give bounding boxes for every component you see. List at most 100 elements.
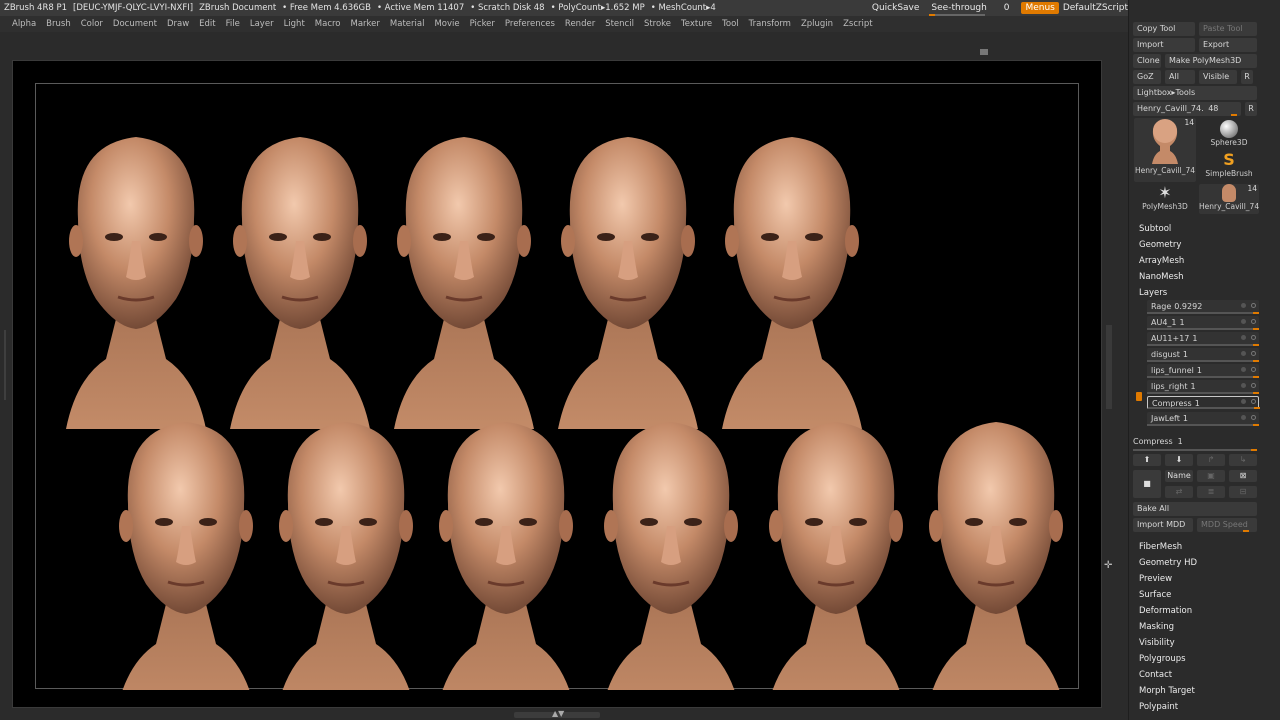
polygroups-section[interactable]: Polygroups	[1139, 654, 1186, 664]
paste-tool-button[interactable]: Paste Tool	[1199, 22, 1257, 36]
layer-record-dot[interactable]	[1241, 303, 1246, 308]
layer-record-dot[interactable]	[1241, 399, 1246, 404]
goz-r-button[interactable]: R	[1241, 70, 1253, 84]
layer-value: 0.9292	[1174, 302, 1203, 311]
layer-new-button[interactable]: ⊠	[1229, 470, 1257, 482]
menu-document[interactable]: Document	[113, 19, 157, 29]
subtool-section[interactable]: Subtool	[1139, 224, 1171, 234]
shelf-handle[interactable]	[980, 49, 988, 55]
compress-slider[interactable]: Compress 1	[1133, 437, 1257, 451]
menu-stencil[interactable]: Stencil	[605, 19, 634, 29]
layer-record-dot[interactable]	[1241, 335, 1246, 340]
layer-visibility-icon[interactable]	[1251, 335, 1256, 340]
lightbox-tools-button[interactable]: Lightbox▸Tools	[1133, 86, 1257, 100]
layer-visibility-icon[interactable]	[1251, 351, 1256, 356]
goz-button[interactable]: GoZ	[1133, 70, 1161, 84]
menu-movie[interactable]: Movie	[434, 19, 459, 29]
left-tray-handle[interactable]	[2, 330, 8, 400]
menu-preferences[interactable]: Preferences	[505, 19, 555, 29]
current-tool-slider[interactable]: Henry_Cavill_74. 48	[1133, 102, 1241, 116]
bottom-tray-handle[interactable]: ▲▼	[514, 709, 600, 718]
layer-record-dot[interactable]	[1241, 351, 1246, 356]
import-mdd-button[interactable]: Import MDD	[1133, 518, 1193, 532]
menu-marker[interactable]: Marker	[351, 19, 380, 29]
visibility-section[interactable]: Visibility	[1139, 638, 1175, 648]
clone-button[interactable]: Clone	[1133, 54, 1161, 68]
layer-visibility-icon[interactable]	[1251, 415, 1256, 420]
default-zscript-button[interactable]: DefaultZScript	[1063, 3, 1128, 13]
menu-material[interactable]: Material	[390, 19, 425, 29]
layer-visibility-icon[interactable]	[1251, 383, 1256, 388]
goz-visible-button[interactable]: Visible	[1199, 70, 1237, 84]
tool-tile-henry[interactable]: Henry_Cavill_74 14	[1134, 118, 1196, 182]
layer-move-up-button[interactable]: ⬆	[1133, 454, 1161, 466]
layer-delete-button[interactable]: ■	[1133, 470, 1161, 498]
layer-merge-icon[interactable]: ⇄	[1165, 486, 1193, 498]
layer-stack-icon[interactable]: ≣	[1197, 486, 1225, 498]
menu-zplugin[interactable]: Zplugin	[801, 19, 833, 29]
menu-transform[interactable]: Transform	[749, 19, 791, 29]
menu-texture[interactable]: Texture	[681, 19, 712, 29]
layer-name-button[interactable]: Name	[1165, 470, 1193, 482]
menu-tool[interactable]: Tool	[722, 19, 739, 29]
layer-copy-icon[interactable]: ▣	[1197, 470, 1225, 482]
deformation-section[interactable]: Deformation	[1139, 606, 1192, 616]
menu-alpha[interactable]: Alpha	[12, 19, 36, 29]
morph-target-section[interactable]: Morph Target	[1139, 686, 1195, 696]
layer-move-down-button[interactable]: ⬇	[1165, 454, 1193, 466]
preview-section[interactable]: Preview	[1139, 574, 1172, 584]
tool-tile-polymesh3d[interactable]: ✶ PolyMesh3D	[1134, 184, 1196, 214]
menu-draw[interactable]: Draw	[167, 19, 189, 29]
nanomesh-section[interactable]: NanoMesh	[1139, 272, 1184, 282]
menu-light[interactable]: Light	[284, 19, 305, 29]
goz-all-button[interactable]: All	[1165, 70, 1195, 84]
copy-tool-button[interactable]: Copy Tool	[1133, 22, 1195, 36]
layer-redo-icon[interactable]: ↱	[1197, 454, 1225, 466]
export-button[interactable]: Export	[1199, 38, 1257, 52]
menus-button[interactable]: Menus	[1021, 2, 1059, 14]
layer-record-dot[interactable]	[1241, 383, 1246, 388]
layer-visibility-icon[interactable]	[1251, 303, 1256, 308]
layer-visibility-icon[interactable]	[1251, 319, 1256, 324]
arraymesh-section[interactable]: ArrayMesh	[1139, 256, 1184, 266]
menu-edit[interactable]: Edit	[199, 19, 215, 29]
menu-picker[interactable]: Picker	[470, 19, 495, 29]
geometry-hd-section[interactable]: Geometry HD	[1139, 558, 1197, 568]
mdd-speed-slider[interactable]: MDD Speed	[1197, 518, 1257, 532]
right-tray-handle[interactable]	[1106, 325, 1112, 409]
menu-stroke[interactable]: Stroke	[644, 19, 671, 29]
layer-record-dot[interactable]	[1241, 415, 1246, 420]
menu-layer[interactable]: Layer	[250, 19, 274, 29]
polypaint-section[interactable]: Polypaint	[1139, 702, 1178, 712]
document-canvas[interactable]	[35, 83, 1079, 716]
menu-bar: Alpha Brush Color Document Draw Edit File Layer…	[0, 16, 1128, 32]
current-tool-r-button[interactable]: R	[1245, 102, 1257, 116]
bake-all-button[interactable]: Bake All	[1133, 502, 1257, 516]
tool-tile-simplebrush[interactable]: S SimpleBrush	[1199, 151, 1259, 183]
fibermesh-section[interactable]: FiberMesh	[1139, 542, 1182, 552]
geometry-section[interactable]: Geometry	[1139, 240, 1181, 250]
layer-record-dot[interactable]	[1241, 319, 1246, 324]
contact-section[interactable]: Contact	[1139, 670, 1172, 680]
menu-file[interactable]: File	[226, 19, 240, 29]
menu-zscript[interactable]: Zscript	[843, 19, 873, 29]
canvas-viewport[interactable]	[12, 60, 1102, 716]
menu-render[interactable]: Render	[565, 19, 595, 29]
masking-section[interactable]: Masking	[1139, 622, 1174, 632]
tool-tile-sphere3d[interactable]: Sphere3D	[1199, 118, 1259, 150]
layer-visibility-icon[interactable]	[1251, 367, 1256, 372]
quicksave-button[interactable]: QuickSave	[872, 3, 920, 13]
layer-visibility-icon[interactable]	[1251, 399, 1256, 404]
menu-color[interactable]: Color	[81, 19, 103, 29]
menu-macro[interactable]: Macro	[315, 19, 341, 29]
layer-record-icon[interactable]: ⊟	[1229, 486, 1257, 498]
layer-split-icon[interactable]: ↳	[1229, 454, 1257, 466]
tool-tile-henry-2[interactable]: Henry_Cavill_74 14	[1199, 184, 1259, 214]
menu-brush[interactable]: Brush	[46, 19, 71, 29]
layer-record-dot[interactable]	[1241, 367, 1246, 372]
see-through-slider[interactable]: See-through 0	[927, 3, 1013, 16]
surface-section[interactable]: Surface	[1139, 590, 1171, 600]
make-polymesh-button[interactable]: Make PolyMesh3D	[1165, 54, 1257, 68]
import-button[interactable]: Import	[1133, 38, 1195, 52]
layers-section[interactable]: Layers	[1139, 288, 1167, 298]
